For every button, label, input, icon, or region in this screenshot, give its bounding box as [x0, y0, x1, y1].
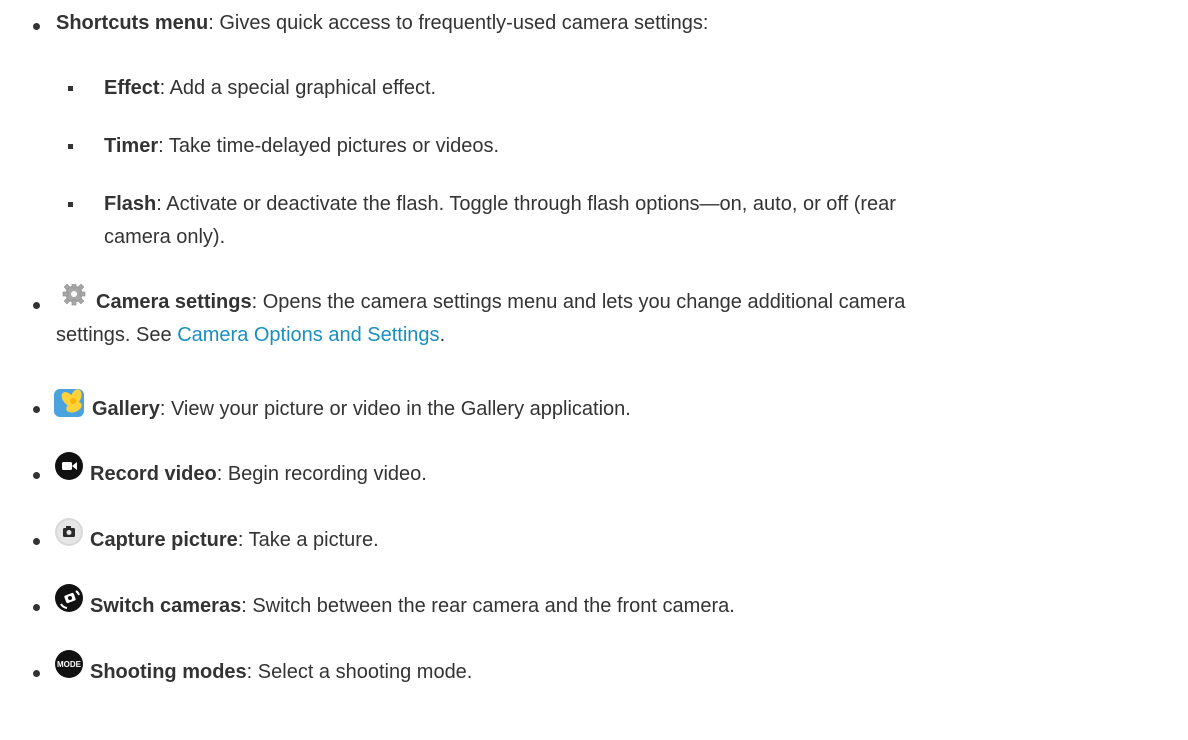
bullet	[33, 538, 40, 545]
list-item-shooting-modes: MODE Shooting modes: Select a shooting m…	[52, 650, 472, 688]
item-description: : Gives quick access to frequently-used …	[208, 12, 709, 34]
switch-cameras-icon	[52, 584, 86, 616]
sub-item-description: : Add a special graphical effect.	[159, 77, 437, 99]
item-description: : Select a shooting mode.	[246, 661, 473, 683]
record-video-icon	[52, 452, 86, 484]
mode-icon-text: MODE	[57, 660, 82, 669]
bullet	[33, 23, 40, 30]
sub-bullet	[68, 144, 73, 149]
item-label: Record video	[90, 463, 217, 485]
item-label: Switch cameras	[90, 595, 242, 617]
item-description: : Take a picture.	[237, 529, 379, 551]
gallery-icon	[52, 387, 88, 419]
sub-item-label: Flash	[104, 193, 157, 215]
bullet	[33, 406, 40, 413]
sub-bullet	[68, 86, 73, 91]
item-description: : Opens the camera settings menu and let…	[251, 291, 906, 313]
item-label: Shooting modes	[90, 661, 247, 683]
sub-item-label: Effect	[104, 77, 160, 99]
item-description: : View your picture or video in the Gall…	[159, 398, 631, 420]
sub-item-flash-continued: camera only).	[104, 222, 225, 253]
sub-item-flash: Flash: Activate or deactivate the flash.…	[104, 189, 896, 220]
document-page: Shortcuts menu: Gives quick access to fr…	[0, 0, 1188, 740]
item-label: Capture picture	[90, 529, 238, 551]
bullet	[33, 302, 40, 309]
list-item-switch-cameras: Switch cameras: Switch between the rear …	[52, 584, 735, 622]
capture-picture-icon	[52, 518, 86, 550]
bullet	[33, 670, 40, 677]
link-period: .	[439, 324, 446, 346]
sub-item-description-continued: camera only).	[104, 226, 226, 248]
bullet	[33, 472, 40, 479]
sub-item-description: : Activate or deactivate the flash. Togg…	[156, 193, 896, 215]
list-item-shortcuts-menu: Shortcuts menu: Gives quick access to fr…	[56, 8, 708, 39]
gear-icon	[52, 284, 92, 312]
item-label: Gallery	[92, 398, 160, 420]
item-label: Camera settings	[96, 291, 252, 313]
item-label: Shortcuts menu	[56, 12, 209, 34]
sub-item-description: : Take time-delayed pictures or videos.	[158, 135, 500, 157]
bullet	[33, 604, 40, 611]
camera-options-link[interactable]: Camera Options and Settings	[177, 324, 439, 346]
item-description: : Begin recording video.	[216, 463, 427, 485]
sub-item-effect: Effect: Add a special graphical effect.	[104, 73, 436, 104]
mode-icon: MODE	[52, 650, 86, 682]
list-item-camera-settings-continued: settings. See Camera Options and Setting…	[56, 320, 445, 351]
sub-item-label: Timer	[104, 135, 159, 157]
list-item-capture-picture: Capture picture: Take a picture.	[52, 518, 379, 556]
sub-item-timer: Timer: Take time-delayed pictures or vid…	[104, 131, 499, 162]
list-item-camera-settings: Camera settings: Opens the camera settin…	[52, 284, 905, 318]
list-item-gallery: Gallery: View your picture or video in t…	[52, 387, 631, 425]
sub-bullet	[68, 202, 73, 207]
item-description: : Switch between the rear camera and the…	[241, 595, 735, 617]
item-description-continued: settings. See	[56, 324, 178, 346]
list-item-record-video: Record video: Begin recording video.	[52, 452, 427, 490]
